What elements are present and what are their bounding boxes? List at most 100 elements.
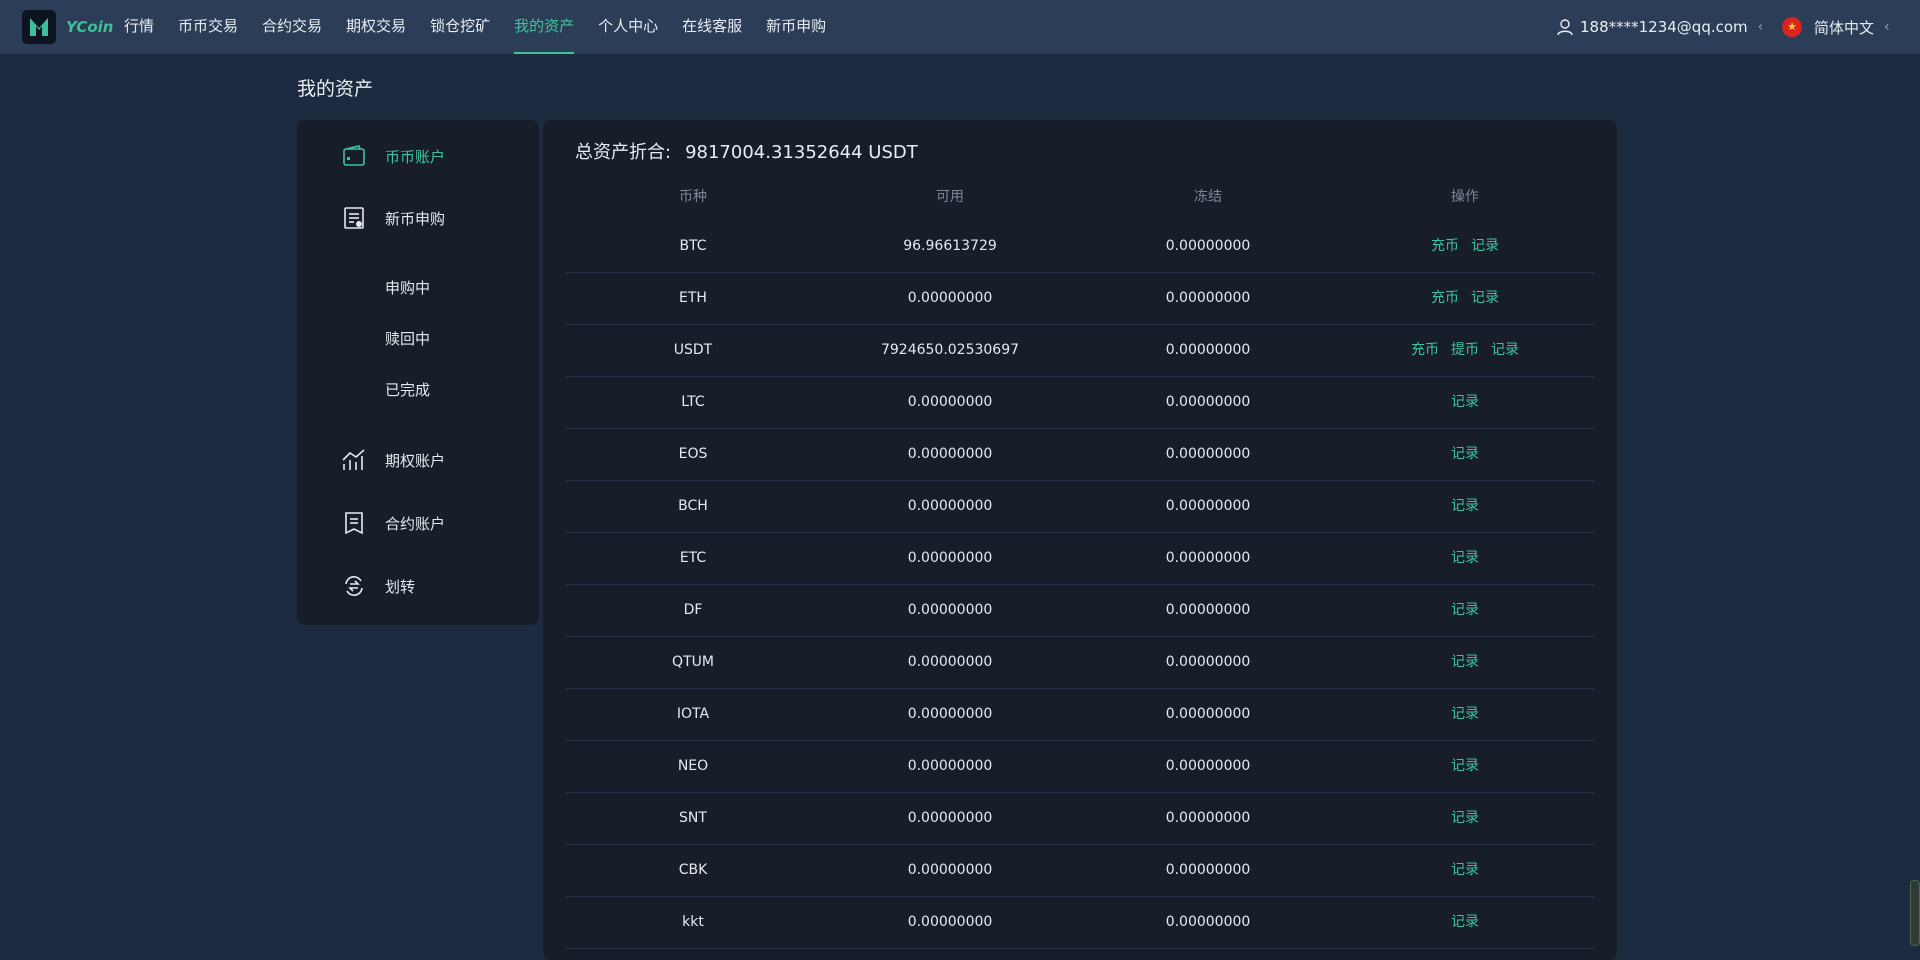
column-header-coin: 币种 (679, 189, 707, 205)
available-balance: 0.00000000 (907, 602, 993, 618)
logo[interactable]: YCoin (22, 10, 113, 44)
main-nav: 行情 币币交易 合约交易 期权交易 锁仓挖矿 我的资产 个人中心 在线客服 新币申购 (124, 0, 850, 54)
sidebar-subitem-subscribing[interactable]: 申购中 (385, 277, 430, 298)
available-balance: 0.00000000 (907, 446, 993, 462)
frozen-balance: 0.00000000 (1165, 550, 1251, 566)
deposit-link[interactable]: 充币 (1411, 325, 1439, 376)
table-row: EOS 0.00000000 0.00000000 记录 (565, 429, 1595, 481)
table-row: NEO 0.00000000 0.00000000 记录 (565, 741, 1595, 793)
nav-item[interactable]: 币币交易 (178, 0, 238, 54)
available-balance: 0.00000000 (907, 394, 993, 410)
subscription-icon (341, 205, 367, 231)
available-balance: 0.00000000 (907, 706, 993, 722)
sidebar-item-contract-account[interactable]: 合约账户 (297, 501, 539, 545)
nav-item[interactable]: 锁仓挖矿 (430, 0, 490, 54)
frozen-balance: 0.00000000 (1165, 238, 1251, 254)
coin-symbol: BTC (679, 238, 707, 254)
sidebar-item-spot-account[interactable]: 币币账户 (297, 134, 539, 178)
nav-item[interactable]: 合约交易 (262, 0, 322, 54)
available-balance: 0.00000000 (907, 914, 993, 930)
available-balance: 0.00000000 (907, 862, 993, 878)
row-actions: 记录 (1445, 533, 1485, 584)
user-menu[interactable]: 188****1234@qq.com ‹ (1556, 0, 1763, 54)
records-link[interactable]: 记录 (1451, 585, 1479, 636)
available-balance: 0.00000000 (907, 758, 993, 774)
language-selector[interactable]: ★ 简体中文 ‹ (1782, 0, 1890, 54)
frozen-balance: 0.00000000 (1165, 862, 1251, 878)
column-header-actions: 操作 (1451, 189, 1479, 205)
nav-item[interactable]: 我的资产 (514, 0, 575, 54)
sidebar-subitem-redeeming[interactable]: 赎回中 (385, 328, 430, 349)
row-actions: 记录 (1445, 689, 1485, 740)
frozen-balance: 0.00000000 (1165, 914, 1251, 930)
row-actions: 记录 (1445, 429, 1485, 480)
records-link[interactable]: 记录 (1451, 481, 1479, 532)
transfer-icon (341, 573, 367, 599)
coin-symbol: NEO (677, 758, 709, 774)
nav-item[interactable]: 新币申购 (766, 0, 826, 54)
deposit-link[interactable]: 充币 (1431, 273, 1459, 324)
deposit-link[interactable]: 充币 (1431, 221, 1459, 272)
coin-symbol: IOTA (676, 706, 710, 722)
sidebar-subitem-completed[interactable]: 已完成 (385, 379, 430, 400)
asset-table: BTC 96.96613729 0.00000000 充币 记录 ETH 0.0000000… (565, 221, 1595, 949)
records-link[interactable]: 记录 (1451, 845, 1479, 896)
records-link[interactable]: 记录 (1451, 897, 1479, 948)
row-actions: 充币 记录 (1425, 273, 1505, 324)
row-actions: 记录 (1445, 897, 1485, 948)
user-icon (1556, 18, 1574, 36)
records-link[interactable]: 记录 (1451, 377, 1479, 428)
top-nav-bar: YCoin 行情 币币交易 合约交易 期权交易 锁仓挖矿 我的资产 个人中心 在线客服 新币申购… (0, 0, 1920, 54)
records-link[interactable]: 记录 (1451, 637, 1479, 688)
frozen-balance: 0.00000000 (1165, 446, 1251, 462)
available-balance: 0.00000000 (907, 550, 993, 566)
records-link[interactable]: 记录 (1451, 533, 1479, 584)
sidebar-item-new-coin-subscription[interactable]: 新币申购 (297, 196, 539, 240)
coin-symbol: BCH (678, 498, 708, 514)
records-link[interactable]: 记录 (1451, 793, 1479, 844)
nav-item[interactable]: 在线客服 (682, 0, 742, 54)
table-row: ETC 0.00000000 0.00000000 记录 (565, 533, 1595, 585)
table-row: DF 0.00000000 0.00000000 记录 (565, 585, 1595, 637)
sidebar-item-options-account[interactable]: 期权账户 (297, 438, 539, 482)
table-row: SNT 0.00000000 0.00000000 记录 (565, 793, 1595, 845)
records-link[interactable]: 记录 (1451, 741, 1479, 792)
records-link[interactable]: 记录 (1471, 273, 1499, 324)
sidebar-item-transfer[interactable]: 划转 (297, 564, 539, 608)
records-link[interactable]: 记录 (1451, 689, 1479, 740)
contract-icon (341, 510, 367, 536)
coin-symbol: SNT (679, 810, 707, 826)
frozen-balance: 0.00000000 (1165, 654, 1251, 670)
frozen-balance: 0.00000000 (1165, 498, 1251, 514)
nav-item[interactable]: 个人中心 (598, 0, 658, 54)
nav-item[interactable]: 行情 (124, 0, 154, 54)
scrollbar-thumb[interactable] (1910, 880, 1920, 946)
row-actions: 充币 记录 (1425, 221, 1505, 272)
nav-item[interactable]: 期权交易 (346, 0, 406, 54)
records-link[interactable]: 记录 (1451, 429, 1479, 480)
sidebar-item-label: 划转 (385, 577, 416, 596)
column-header-frozen: 冻结 (1194, 189, 1222, 205)
row-actions: 记录 (1445, 637, 1485, 688)
logo-mark-icon (22, 10, 56, 44)
sidebar-item-label: 新币申购 (385, 209, 446, 228)
coin-symbol: ETC (679, 550, 707, 566)
coin-symbol: DF (683, 602, 703, 618)
records-link[interactable]: 记录 (1471, 221, 1499, 272)
coin-symbol: EOS (678, 446, 708, 462)
sidebar-item-label: 合约账户 (385, 514, 446, 533)
row-actions: 充币 提币 记录 (1405, 325, 1525, 376)
available-balance: 0.00000000 (907, 810, 993, 826)
sidebar-item-label: 币币账户 (385, 147, 446, 166)
available-balance: 96.96613729 (903, 238, 997, 254)
withdraw-link[interactable]: 提币 (1451, 325, 1479, 376)
available-balance: 0.00000000 (907, 290, 993, 306)
total-assets-value: 9817004.31352644 USDT (685, 142, 918, 163)
available-balance: 0.00000000 (907, 654, 993, 670)
table-row: BCH 0.00000000 0.00000000 记录 (565, 481, 1595, 533)
table-row: CBK 0.00000000 0.00000000 记录 (565, 845, 1595, 897)
records-link[interactable]: 记录 (1491, 325, 1519, 376)
table-row: ETH 0.00000000 0.00000000 充币 记录 (565, 273, 1595, 325)
table-row: IOTA 0.00000000 0.00000000 记录 (565, 689, 1595, 741)
scrollbar[interactable] (1908, 54, 1920, 947)
